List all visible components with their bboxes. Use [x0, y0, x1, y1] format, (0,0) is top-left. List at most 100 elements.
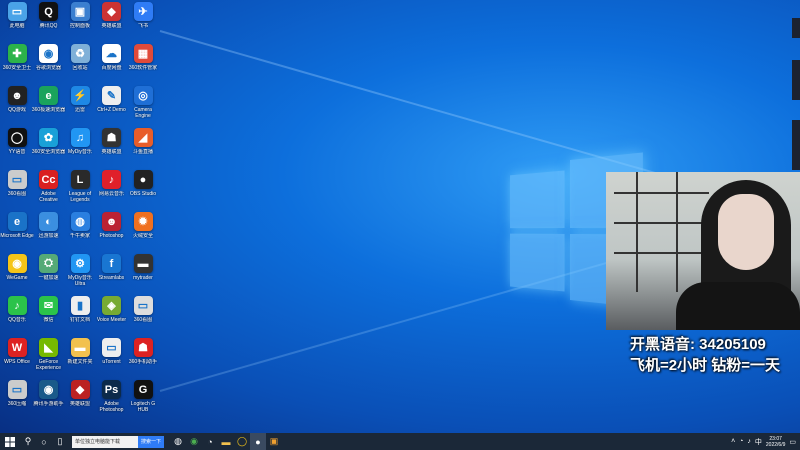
desktop-icon[interactable]: ◉ 谷歌浏览器 [33, 44, 65, 84]
search-text: 单位独立电脑能下载 [75, 439, 121, 445]
windows-start-icon[interactable] [0, 433, 20, 450]
desktop-icon-label: 千牛卖家 [69, 233, 90, 239]
app-icon: ☗ [133, 338, 153, 357]
desktop-icon[interactable]: ⚡ 迅雷 [64, 86, 96, 126]
volume-icon[interactable]: ♪ [747, 438, 751, 445]
desktop-icon-label: 英雄联盟 [101, 149, 122, 155]
chrome-icon[interactable]: ◉ [186, 433, 202, 450]
desktop-icon-label: Microsoft Edge [0, 233, 34, 239]
desktop-icon[interactable]: ☁ 百度网盘 [96, 44, 128, 84]
desktop-icon[interactable]: G Logitech G HUB [127, 380, 159, 420]
desktop-icon[interactable]: ✎ Ctrl+Z Demo [96, 86, 128, 126]
desktop-icon[interactable]: ▦ 360软件管家 [127, 44, 159, 84]
taskbar: ⚲ ○ ▯ 单位独立电脑能下载 搜索一下 ◍ ◉ ◔ ▬ ◯ ● ▣ ˄ ◔ ♪… [0, 433, 800, 450]
desktop-icon[interactable]: ◉ 腾讯手游助手 [33, 380, 65, 420]
clock[interactable]: 23:07 2022/6/9 [766, 436, 785, 448]
desktop-icon-label: 微信 [43, 317, 54, 323]
desktop-icon[interactable]: f Streamlabs [96, 254, 128, 294]
desktop-icon[interactable]: ◆ 英雄联盟 [96, 2, 128, 42]
search-icon[interactable]: ⚲ [20, 433, 36, 450]
app-icon: ◎ [133, 86, 153, 105]
edge-icon[interactable]: ◍ [170, 433, 186, 450]
app-icon: ♪ [7, 296, 27, 315]
desktop-icon[interactable]: ▭ 此电脑 [1, 2, 33, 42]
widgets-icon[interactable]: ▯ [52, 433, 68, 450]
wechat-icon[interactable]: ◔ [202, 433, 218, 450]
desktop-icon[interactable]: ✹ 火绒安全 [127, 212, 159, 252]
app-icon: ▦ [133, 44, 153, 63]
desktop-icon-label: 新建文件夹 [67, 359, 93, 365]
search-button[interactable]: 搜索一下 [138, 435, 165, 448]
desktop-icon[interactable]: L League of Legends [64, 170, 96, 210]
yy-icon[interactable]: ◯ [234, 433, 250, 450]
desktop-icon[interactable]: ◉ WeGame [1, 254, 33, 294]
desktop-icon-label: 回收站 [72, 65, 88, 71]
desktop-icon[interactable]: ◐ 迅游加速 [33, 212, 65, 252]
desktop-icon[interactable]: ♪ 网易云音乐 [96, 170, 128, 210]
desktop-icon[interactable]: ▭ uTorrent [96, 338, 128, 378]
desktop-icon[interactable]: ☗ 360手机助手 [127, 338, 159, 378]
desktop-icon[interactable]: ♻ 回收站 [64, 44, 96, 84]
desktop-icon[interactable]: ▬ mytrader [127, 254, 159, 294]
desktop-icon-label: Ctrl+Z Demo [97, 107, 126, 113]
folder-icon[interactable]: ▬ [218, 433, 234, 450]
desktop-icon[interactable]: ▭ 360压缩 [1, 380, 33, 420]
desktop-icon[interactable]: ◯ YY语音 [1, 128, 33, 168]
desktop-icon[interactable]: ✿ 360安全浏览器 [31, 128, 66, 168]
side-panel [790, 0, 800, 433]
task-view-icon[interactable]: ○ [36, 433, 52, 450]
desktop-icon[interactable]: ♪ QQ音乐 [1, 296, 33, 336]
app-icon: ☻ [7, 86, 27, 105]
desktop-icon[interactable]: ◆ 英雄联盟 [64, 380, 96, 420]
app-icon: ☗ [102, 128, 121, 147]
ime-icon[interactable]: 中 [755, 437, 762, 447]
desktop-icon[interactable]: e Microsoft Edge [0, 212, 34, 252]
desktop-icon[interactable]: ☻ QQ游戏 [1, 86, 33, 126]
desktop-icon[interactable]: ☻ Photoshop [96, 212, 128, 252]
desktop-icon-label: 360压缩 [7, 401, 27, 407]
notification-icon[interactable]: ▭ [789, 438, 796, 446]
chevron-up-icon[interactable]: ˄ [731, 438, 735, 445]
desktop-icon-label: Voice Meeter [96, 317, 127, 323]
app-icon: ✉ [39, 296, 58, 315]
desktop-icon[interactable]: ▭ 360看图 [127, 296, 159, 336]
desktop-icon[interactable]: ◍ 千牛卖家 [64, 212, 96, 252]
desktop-icon[interactable]: ♫ MyDiy音乐 [64, 128, 96, 168]
desktop-icon[interactable]: ◣ GeForce Experience [33, 338, 65, 378]
desktop-icon[interactable]: ◈ Voice Meeter [96, 296, 128, 336]
desktop-icon[interactable]: ⚙ MyDiy音乐 Ultra [64, 254, 96, 294]
desktop-icon[interactable]: ▣ 控制面板 [64, 2, 96, 42]
desktop-icon-label: 360安全浏览器 [31, 149, 66, 155]
desktop-icon[interactable]: ✚ 360安全卫士 [1, 44, 33, 84]
desktop-icon[interactable]: ⛭ 一键加速 [33, 254, 65, 294]
desktop-icon[interactable]: Q 腾讯QQ [33, 2, 65, 42]
desktop-icon-label: WeGame [6, 275, 28, 281]
taskbar-search-input[interactable]: 单位独立电脑能下载 [72, 435, 138, 448]
desktop-icon[interactable]: ◎ Camera Engine [127, 86, 159, 126]
desktop-icon[interactable]: ● OBS Studio [127, 170, 159, 210]
network-icon[interactable]: ◔ [739, 438, 743, 445]
desktop-icon[interactable]: Ps Adobe Photoshop [96, 380, 128, 420]
desktop-icon[interactable]: ▮ 钉钉文档 [64, 296, 96, 336]
desktop-icon[interactable]: ✉ 微信 [33, 296, 65, 336]
desktop-icon[interactable]: W WPS Office [1, 338, 33, 378]
app-icon: Q [39, 2, 58, 21]
desktop-icon-label: Photoshop [99, 233, 124, 239]
app-icon[interactable]: ▣ [266, 433, 282, 450]
desktop-icon-label: 百度网盘 [101, 65, 122, 71]
desktop-icon-label: Logitech G HUB [130, 401, 156, 413]
desktop-icon[interactable]: Cc Adobe Creative [33, 170, 65, 210]
app-icon: ☻ [102, 212, 121, 231]
desktop-icon-label: League of Legends [68, 191, 92, 203]
desktop-icon[interactable]: e 360极速浏览器 [31, 86, 66, 126]
app-icon: ◉ [39, 380, 58, 399]
desktop-icon[interactable]: ▬ 新建文件夹 [64, 338, 96, 378]
desktop-icon[interactable]: ☗ 英雄联盟 [96, 128, 128, 168]
app-icon: ◉ [39, 44, 58, 63]
desktop-icon[interactable]: ▭ 360看图 [1, 170, 33, 210]
desktop-icon-label: 360极速浏览器 [31, 107, 66, 113]
desktop-icon[interactable]: ✈ 飞书 [127, 2, 159, 42]
obs-icon[interactable]: ● [250, 433, 267, 450]
desktop-icon-label: 腾讯手游助手 [33, 401, 64, 407]
desktop-icon[interactable]: ◢ 斗鱼直播 [127, 128, 159, 168]
